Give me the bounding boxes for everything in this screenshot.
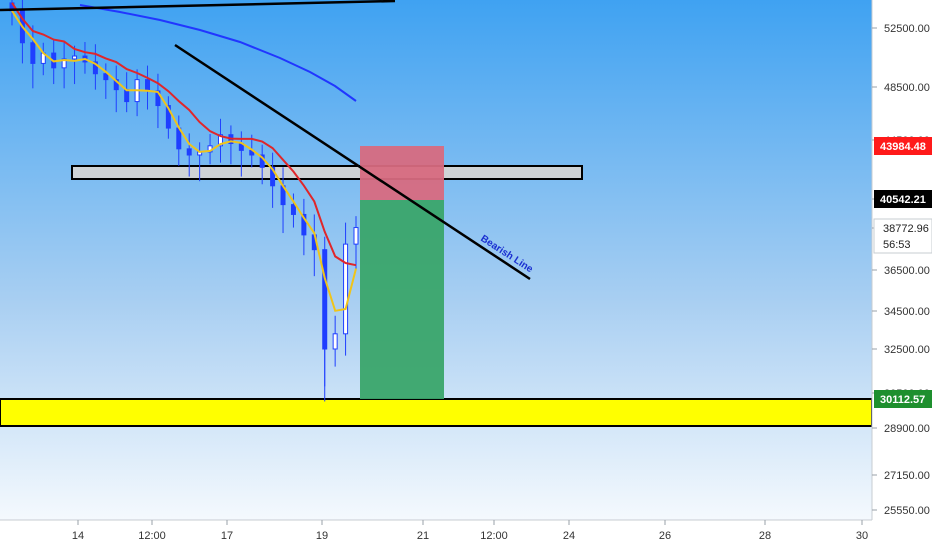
x-tick-label: 24 xyxy=(563,530,575,542)
candle-body xyxy=(186,148,192,156)
candle-body xyxy=(332,333,338,350)
stop-loss-zone xyxy=(360,146,444,200)
y-tick-label: 48500.00 xyxy=(884,82,930,94)
chart: Bearish Line 52500.0048500.0044500.00405… xyxy=(0,0,932,550)
y-tick-label: 52500.00 xyxy=(884,23,930,35)
x-tick-label: 12:00 xyxy=(138,530,166,542)
y-tick-label: 28900.00 xyxy=(884,423,930,435)
countdown-label: 56:53 xyxy=(883,239,911,251)
price-badge-label: 43984.48 xyxy=(880,141,926,153)
x-tick-label: 28 xyxy=(759,530,771,542)
price-badge-label: 30112.57 xyxy=(880,394,925,406)
chart-background xyxy=(0,0,932,550)
x-tick-label: 17 xyxy=(221,530,233,542)
x-tick-label: 26 xyxy=(659,530,671,542)
chart-svg: Bearish Line 52500.0048500.0044500.00405… xyxy=(0,0,932,550)
x-tick-label: 19 xyxy=(316,530,328,542)
current-price-label: 38772.96 xyxy=(883,223,929,235)
x-tick-label: 30 xyxy=(856,530,868,542)
candle-body xyxy=(145,79,151,92)
y-tick-label: 32500.00 xyxy=(884,344,930,356)
y-tick-label: 25550.00 xyxy=(884,505,930,517)
support-zone xyxy=(0,398,873,427)
candle-body xyxy=(353,227,359,245)
x-tick-label: 14 xyxy=(72,530,84,542)
candle-body xyxy=(30,42,36,64)
price-badge-label: 40542.21 xyxy=(880,194,926,206)
take-profit-zone xyxy=(360,200,444,399)
candle-body xyxy=(290,204,296,215)
candle-body xyxy=(72,55,78,60)
candle-body xyxy=(343,243,349,335)
y-tick-label: 36500.00 xyxy=(884,265,930,277)
y-tick-label: 34500.00 xyxy=(884,306,930,318)
candle-body xyxy=(103,73,109,81)
candle-body xyxy=(322,249,328,350)
x-tick-label: 21 xyxy=(417,530,429,542)
x-tick-label: 12:00 xyxy=(480,530,508,542)
candle-body xyxy=(124,89,130,103)
resistance-zone xyxy=(71,165,583,180)
y-tick-label: 27150.00 xyxy=(884,470,930,482)
